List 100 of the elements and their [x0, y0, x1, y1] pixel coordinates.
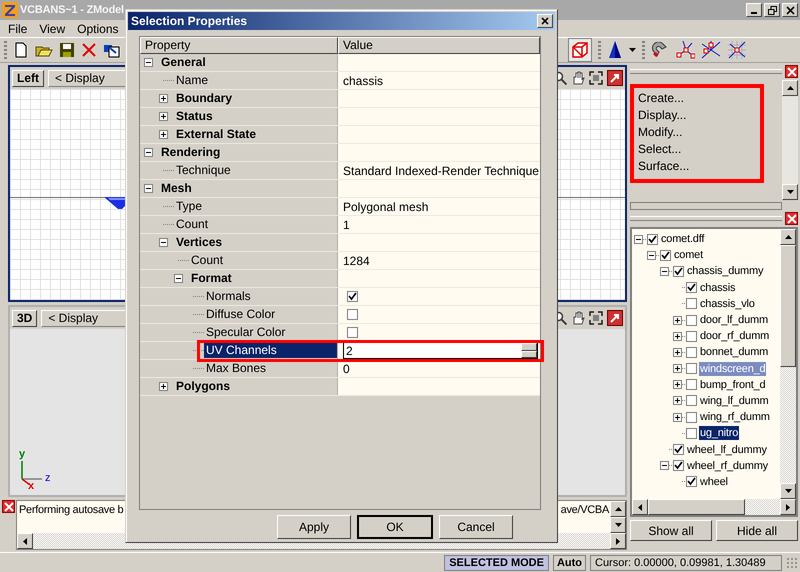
command-item[interactable]: Select...	[638, 141, 756, 158]
expand-icon[interactable]	[673, 396, 682, 406]
collapse-icon[interactable]	[159, 238, 168, 247]
vertex-tool-icon[interactable]	[701, 40, 721, 60]
maximize-view-button[interactable]	[607, 310, 623, 326]
tree-button[interactable]: Hide all	[716, 520, 798, 541]
column-header[interactable]: Property	[140, 37, 338, 54]
collapse-icon[interactable]	[144, 58, 153, 67]
property-name[interactable]: Boundary	[174, 91, 234, 106]
view-tab[interactable]: 3D	[12, 310, 38, 326]
collapse-icon[interactable]	[647, 250, 656, 260]
property-name[interactable]: Polygons	[174, 379, 232, 394]
checkbox[interactable]	[686, 314, 697, 326]
expand-icon[interactable]	[159, 112, 168, 121]
property-name[interactable]: Rendering	[159, 145, 222, 160]
expand-icon[interactable]	[673, 316, 682, 325]
tree-item[interactable]: chassis_dummy	[686, 264, 764, 278]
checkbox[interactable]	[686, 298, 697, 310]
property-name[interactable]: Max Bones	[204, 361, 268, 376]
property-name[interactable]: Status	[174, 109, 215, 124]
checkbox[interactable]	[647, 234, 658, 245]
spin-field[interactable]: 2	[343, 342, 538, 359]
tree-button[interactable]: Show all	[630, 520, 712, 541]
property-name[interactable]: External State	[174, 127, 258, 142]
property-name[interactable]: Diffuse Color	[204, 307, 278, 322]
dialog-button[interactable]: Apply	[277, 515, 351, 539]
tree-item[interactable]: wheel	[699, 474, 729, 489]
horizontal-scrollbar[interactable]	[632, 499, 796, 515]
fit-view-icon[interactable]	[589, 311, 603, 325]
checkbox[interactable]	[673, 266, 684, 277]
restore-button[interactable]	[764, 3, 780, 17]
delete-icon[interactable]	[81, 42, 97, 58]
import-icon[interactable]	[103, 42, 121, 58]
collapse-icon[interactable]	[174, 274, 183, 283]
checkbox[interactable]	[673, 460, 684, 472]
close-panel-button[interactable]	[785, 212, 798, 225]
collapse-icon[interactable]	[660, 266, 669, 276]
checkbox[interactable]	[686, 428, 697, 439]
close-button[interactable]	[537, 14, 553, 28]
tree-item[interactable]: chassis	[699, 280, 736, 295]
checkbox[interactable]	[347, 327, 358, 338]
expand-icon[interactable]	[159, 130, 168, 139]
vertex-tool-icon[interactable]	[675, 40, 695, 60]
column-header[interactable]: Value	[338, 37, 540, 54]
checkbox[interactable]	[686, 346, 697, 358]
resize-grip[interactable]	[786, 556, 798, 568]
tree-item[interactable]: comet.dff	[660, 232, 706, 246]
tree-item[interactable]: bonnet_dumm	[699, 345, 770, 360]
tree-item[interactable]: ug_nitro	[699, 426, 740, 440]
tree-item[interactable]: door_lf_dumm	[699, 313, 769, 328]
tree-item[interactable]: door_rf_dumm	[699, 329, 770, 344]
menu-item[interactable]: File	[2, 22, 34, 36]
expand-icon[interactable]	[159, 382, 168, 391]
vertical-scrollbar[interactable]	[782, 80, 798, 200]
maximize-view-button[interactable]	[607, 70, 623, 86]
checkbox[interactable]	[686, 412, 697, 423]
checkbox[interactable]	[686, 476, 697, 488]
close-button[interactable]	[782, 3, 798, 17]
checkbox[interactable]	[686, 379, 697, 390]
checkbox[interactable]	[686, 363, 697, 374]
property-name[interactable]: Type	[174, 199, 204, 214]
property-name[interactable]: Count	[174, 217, 210, 232]
command-item[interactable]: Create...	[638, 90, 756, 107]
horizontal-scrollbar[interactable]	[630, 202, 782, 210]
command-item[interactable]: Surface...	[638, 158, 756, 175]
tree-item[interactable]: wheel_lf_dummy	[686, 442, 768, 457]
view-tab[interactable]: Left	[12, 70, 44, 86]
vertical-scrollbar[interactable]	[780, 229, 796, 499]
property-name[interactable]: Normals	[204, 289, 253, 304]
checkbox[interactable]	[673, 444, 684, 456]
box-mode-button[interactable]	[568, 38, 592, 62]
close-panel-button[interactable]	[2, 500, 15, 513]
menu-item[interactable]: View	[33, 22, 72, 36]
save-icon[interactable]	[59, 42, 75, 58]
collapse-icon[interactable]	[634, 234, 643, 244]
checkbox[interactable]	[347, 309, 358, 320]
minimize-button[interactable]	[746, 3, 762, 17]
checkbox[interactable]	[686, 282, 697, 294]
property-name[interactable]: General	[159, 55, 208, 70]
collapse-icon[interactable]	[144, 184, 153, 193]
property-name[interactable]: Format	[189, 271, 234, 286]
tree-item[interactable]: wing_rf_dumm	[699, 410, 771, 424]
checkbox[interactable]	[686, 395, 697, 406]
property-name[interactable]: UV Channels	[204, 343, 337, 358]
tree-item[interactable]: comet	[673, 248, 704, 262]
tree-item[interactable]: bump_front_d	[699, 378, 766, 392]
dropdown-caret-icon[interactable]	[629, 48, 636, 52]
new-file-icon[interactable]	[13, 42, 29, 58]
expand-icon[interactable]	[673, 380, 682, 390]
property-name[interactable]: Specular Color	[204, 325, 288, 340]
property-name[interactable]: Count	[189, 253, 226, 268]
scroll-button[interactable]	[780, 229, 796, 245]
collapse-icon[interactable]	[144, 148, 153, 157]
fit-view-icon[interactable]	[589, 71, 603, 85]
vertical-scrollbar[interactable]	[610, 501, 626, 533]
checkbox[interactable]	[347, 291, 358, 302]
menu-item[interactable]: Options	[71, 22, 124, 36]
expand-icon[interactable]	[673, 364, 682, 374]
collapse-icon[interactable]	[660, 461, 669, 470]
hand-icon[interactable]	[571, 71, 585, 85]
